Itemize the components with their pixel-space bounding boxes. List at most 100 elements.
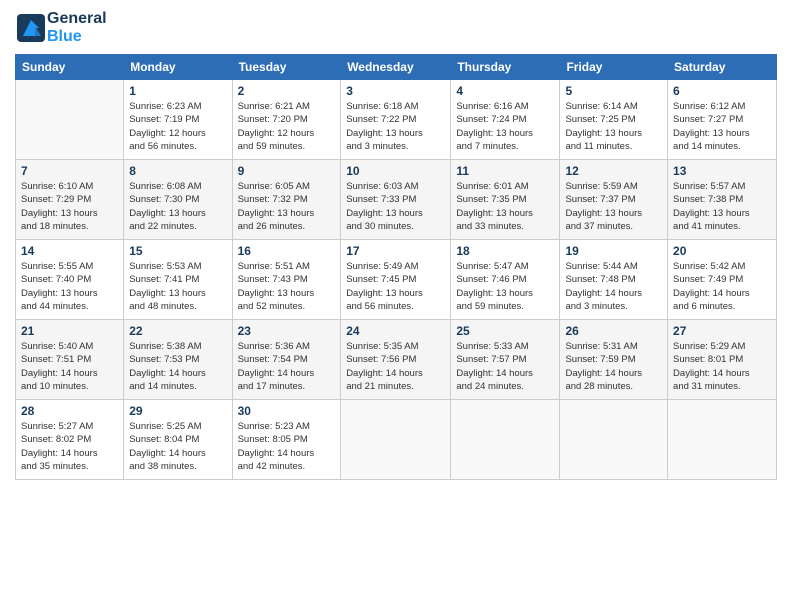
calendar-cell: 15 Sunrise: 5:53 AM Sunset: 7:41 PM Dayli… — [124, 240, 232, 320]
weekday-header-sunday: Sunday — [16, 55, 124, 80]
day-info: Sunrise: 5:31 AM Sunset: 7:59 PM Dayligh… — [565, 340, 662, 393]
day-info: Sunrise: 5:40 AM Sunset: 7:51 PM Dayligh… — [21, 340, 118, 393]
calendar-cell: 28 Sunrise: 5:27 AM Sunset: 8:02 PM Dayli… — [16, 400, 124, 480]
calendar-cell: 25 Sunrise: 5:33 AM Sunset: 7:57 PM Dayli… — [451, 320, 560, 400]
calendar-cell: 10 Sunrise: 6:03 AM Sunset: 7:33 PM Dayli… — [341, 160, 451, 240]
calendar-cell: 24Sunrise: 5:35 AM Sunset: 7:56 PM Dayli… — [341, 320, 451, 400]
week-row-4: 21 Sunrise: 5:40 AM Sunset: 7:51 PM Dayli… — [16, 320, 777, 400]
day-number: 8 — [129, 164, 226, 178]
day-number: 26 — [565, 324, 662, 338]
week-row-3: 14Sunrise: 5:55 AM Sunset: 7:40 PM Dayli… — [16, 240, 777, 320]
calendar-cell: 17 Sunrise: 5:49 AM Sunset: 7:45 PM Dayli… — [341, 240, 451, 320]
logo-text: General Blue — [47, 10, 107, 46]
day-info: Sunrise: 6:23 AM Sunset: 7:19 PM Dayligh… — [129, 100, 226, 153]
day-number: 9 — [238, 164, 336, 178]
day-number: 7 — [21, 164, 118, 178]
day-number: 18 — [456, 244, 554, 258]
day-info: Sunrise: 5:38 AM Sunset: 7:53 PM Dayligh… — [129, 340, 226, 393]
calendar-cell: 21 Sunrise: 5:40 AM Sunset: 7:51 PM Dayli… — [16, 320, 124, 400]
header: General Blue — [15, 10, 777, 46]
day-info: Sunrise: 6:05 AM Sunset: 7:32 PM Dayligh… — [238, 180, 336, 233]
weekday-header-monday: Monday — [124, 55, 232, 80]
day-number: 11 — [456, 164, 554, 178]
day-number: 30 — [238, 404, 336, 418]
day-number: 10 — [346, 164, 445, 178]
day-info: Sunrise: 5:42 AM Sunset: 7:49 PM Dayligh… — [673, 260, 771, 313]
day-info: Sunrise: 5:29 AM Sunset: 8:01 PM Dayligh… — [673, 340, 771, 393]
calendar-cell: 27 Sunrise: 5:29 AM Sunset: 8:01 PM Dayli… — [668, 320, 777, 400]
day-number: 15 — [129, 244, 226, 258]
weekday-header-row: SundayMondayTuesdayWednesdayThursdayFrid… — [16, 55, 777, 80]
calendar-cell: 8Sunrise: 6:08 AM Sunset: 7:30 PM Daylig… — [124, 160, 232, 240]
day-number: 23 — [238, 324, 336, 338]
calendar-cell: 18 Sunrise: 5:47 AM Sunset: 7:46 PM Dayli… — [451, 240, 560, 320]
weekday-header-wednesday: Wednesday — [341, 55, 451, 80]
day-number: 19 — [565, 244, 662, 258]
calendar-cell: 9 Sunrise: 6:05 AM Sunset: 7:32 PM Daylig… — [232, 160, 341, 240]
day-info: Sunrise: 6:18 AM Sunset: 7:22 PM Dayligh… — [346, 100, 445, 153]
calendar-cell — [341, 400, 451, 480]
day-info: Sunrise: 6:21 AM Sunset: 7:20 PM Dayligh… — [238, 100, 336, 153]
page: General Blue SundayMondayTuesdayWednesda… — [0, 0, 792, 612]
day-info: Sunrise: 5:53 AM Sunset: 7:41 PM Dayligh… — [129, 260, 226, 313]
calendar-cell: 26 Sunrise: 5:31 AM Sunset: 7:59 PM Dayli… — [560, 320, 668, 400]
day-info: Sunrise: 6:12 AM Sunset: 7:27 PM Dayligh… — [673, 100, 771, 153]
calendar-cell: 5Sunrise: 6:14 AM Sunset: 7:25 PM Daylig… — [560, 80, 668, 160]
calendar-cell: 4Sunrise: 6:16 AM Sunset: 7:24 PM Daylig… — [451, 80, 560, 160]
calendar-cell: 23 Sunrise: 5:36 AM Sunset: 7:54 PM Dayli… — [232, 320, 341, 400]
calendar-cell: 30 Sunrise: 5:23 AM Sunset: 8:05 PM Dayli… — [232, 400, 341, 480]
calendar-cell: 19 Sunrise: 5:44 AM Sunset: 7:48 PM Dayli… — [560, 240, 668, 320]
day-number: 25 — [456, 324, 554, 338]
calendar-cell — [560, 400, 668, 480]
calendar-cell: 20 Sunrise: 5:42 AM Sunset: 7:49 PM Dayli… — [668, 240, 777, 320]
day-number: 6 — [673, 84, 771, 98]
day-info: Sunrise: 5:23 AM Sunset: 8:05 PM Dayligh… — [238, 420, 336, 473]
day-number: 13 — [673, 164, 771, 178]
day-number: 20 — [673, 244, 771, 258]
calendar-cell: 14Sunrise: 5:55 AM Sunset: 7:40 PM Dayli… — [16, 240, 124, 320]
day-number: 28 — [21, 404, 118, 418]
day-info: Sunrise: 6:10 AM Sunset: 7:29 PM Dayligh… — [21, 180, 118, 233]
weekday-header-thursday: Thursday — [451, 55, 560, 80]
day-number: 27 — [673, 324, 771, 338]
week-row-2: 7 Sunrise: 6:10 AM Sunset: 7:29 PM Daylig… — [16, 160, 777, 240]
day-number: 14 — [21, 244, 118, 258]
calendar-cell: 1 Sunrise: 6:23 AM Sunset: 7:19 PM Daylig… — [124, 80, 232, 160]
calendar-cell — [668, 400, 777, 480]
calendar-cell: 13 Sunrise: 5:57 AM Sunset: 7:38 PM Dayli… — [668, 160, 777, 240]
calendar-cell: 29Sunrise: 5:25 AM Sunset: 8:04 PM Dayli… — [124, 400, 232, 480]
calendar-cell: 2 Sunrise: 6:21 AM Sunset: 7:20 PM Daylig… — [232, 80, 341, 160]
day-number: 17 — [346, 244, 445, 258]
day-info: Sunrise: 5:44 AM Sunset: 7:48 PM Dayligh… — [565, 260, 662, 313]
weekday-header-tuesday: Tuesday — [232, 55, 341, 80]
week-row-1: 1 Sunrise: 6:23 AM Sunset: 7:19 PM Daylig… — [16, 80, 777, 160]
logo-icon — [15, 12, 47, 44]
day-info: Sunrise: 5:49 AM Sunset: 7:45 PM Dayligh… — [346, 260, 445, 313]
calendar-cell — [16, 80, 124, 160]
weekday-header-friday: Friday — [560, 55, 668, 80]
calendar-cell — [451, 400, 560, 480]
calendar-cell: 6 Sunrise: 6:12 AM Sunset: 7:27 PM Daylig… — [668, 80, 777, 160]
day-number: 12 — [565, 164, 662, 178]
day-info: Sunrise: 5:59 AM Sunset: 7:37 PM Dayligh… — [565, 180, 662, 233]
day-number: 1 — [129, 84, 226, 98]
day-number: 21 — [21, 324, 118, 338]
day-info: Sunrise: 5:27 AM Sunset: 8:02 PM Dayligh… — [21, 420, 118, 473]
day-info: Sunrise: 5:33 AM Sunset: 7:57 PM Dayligh… — [456, 340, 554, 393]
day-info: Sunrise: 6:16 AM Sunset: 7:24 PM Dayligh… — [456, 100, 554, 153]
day-number: 3 — [346, 84, 445, 98]
week-row-5: 28 Sunrise: 5:27 AM Sunset: 8:02 PM Dayli… — [16, 400, 777, 480]
calendar-cell: 22 Sunrise: 5:38 AM Sunset: 7:53 PM Dayli… — [124, 320, 232, 400]
calendar-cell: 12 Sunrise: 5:59 AM Sunset: 7:37 PM Dayli… — [560, 160, 668, 240]
day-info: Sunrise: 6:01 AM Sunset: 7:35 PM Dayligh… — [456, 180, 554, 233]
calendar-cell: 3 Sunrise: 6:18 AM Sunset: 7:22 PM Daylig… — [341, 80, 451, 160]
day-info: Sunrise: 6:03 AM Sunset: 7:33 PM Dayligh… — [346, 180, 445, 233]
day-info: Sunrise: 5:57 AM Sunset: 7:38 PM Dayligh… — [673, 180, 771, 233]
day-number: 2 — [238, 84, 336, 98]
day-info: Sunrise: 5:36 AM Sunset: 7:54 PM Dayligh… — [238, 340, 336, 393]
day-number: 22 — [129, 324, 226, 338]
day-number: 29 — [129, 404, 226, 418]
calendar-table: SundayMondayTuesdayWednesdayThursdayFrid… — [15, 54, 777, 480]
logo: General Blue — [15, 10, 107, 46]
day-info: Sunrise: 5:47 AM Sunset: 7:46 PM Dayligh… — [456, 260, 554, 313]
